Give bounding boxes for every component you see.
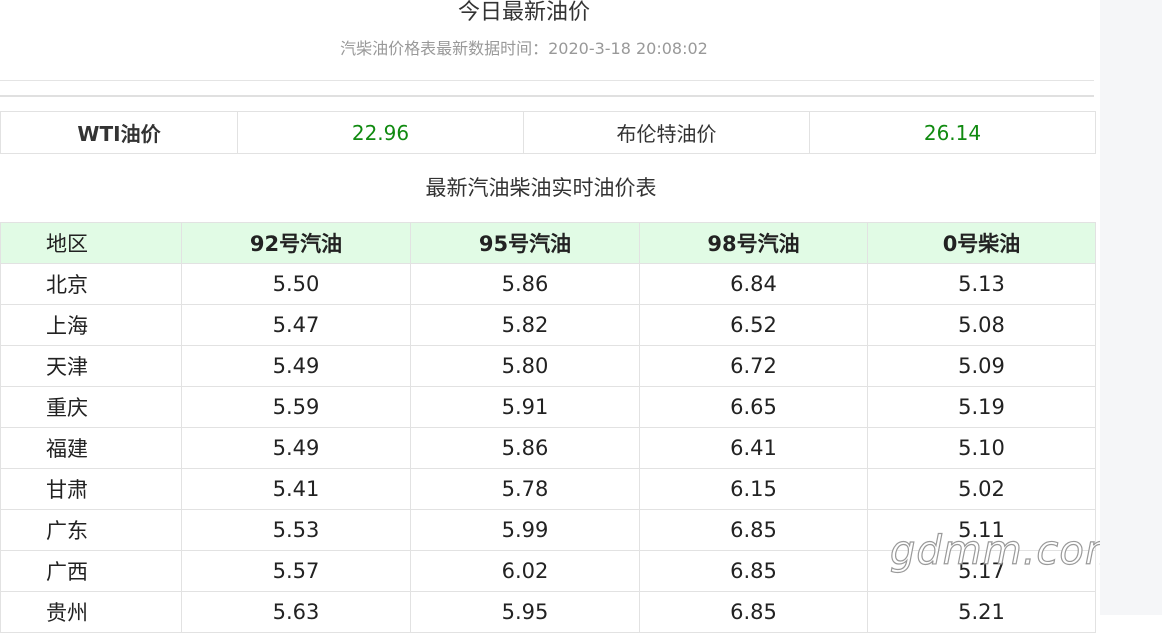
price-95-cell: 5.78 [410, 468, 640, 510]
price-diesel-cell: 5.09 [867, 345, 1096, 387]
wti-label: WTI油价 [0, 111, 238, 154]
column-header-95: 95号汽油 [410, 222, 640, 264]
price-95-cell: 5.82 [410, 304, 640, 346]
region-cell: 北京 [0, 263, 182, 305]
price-95-cell: 5.80 [410, 345, 640, 387]
price-92-cell: 5.63 [181, 591, 411, 633]
price-92-cell: 5.47 [181, 304, 411, 346]
price-diesel-cell: 5.13 [867, 263, 1096, 305]
price-95-cell: 5.91 [410, 386, 640, 428]
data-timestamp: 汽柴油价格表最新数据时间：2020-3-18 20:08:02 [340, 39, 708, 58]
table-row: 重庆 5.59 5.91 6.65 5.19 [0, 386, 1096, 428]
price-98-cell: 6.15 [639, 468, 868, 510]
divider [0, 95, 1094, 97]
price-92-cell: 5.49 [181, 427, 411, 469]
column-header-92: 92号汽油 [181, 222, 411, 264]
price-diesel-cell: 5.10 [867, 427, 1096, 469]
region-cell: 甘肃 [0, 468, 182, 510]
price-98-cell: 6.52 [639, 304, 868, 346]
table-row: 上海 5.47 5.82 6.52 5.08 [0, 304, 1096, 346]
region-cell: 广东 [0, 509, 182, 551]
price-98-cell: 6.84 [639, 263, 868, 305]
price-95-cell: 5.95 [410, 591, 640, 633]
price-98-cell: 6.85 [639, 550, 868, 592]
region-cell: 广西 [0, 550, 182, 592]
region-cell: 上海 [0, 304, 182, 346]
main-content: 今日最新油价 汽柴油价格表最新数据时间：2020-3-18 20:08:02 W… [0, 0, 1124, 633]
price-diesel-cell: 5.21 [867, 591, 1096, 633]
price-92-cell: 5.53 [181, 509, 411, 551]
crude-oil-table: WTI油价 22.96 布伦特油价 26.14 [0, 111, 1096, 154]
price-98-cell: 6.65 [639, 386, 868, 428]
brent-label: 布伦特油价 [523, 111, 810, 154]
region-cell: 天津 [0, 345, 182, 387]
price-95-cell: 6.02 [410, 550, 640, 592]
right-sidebar [1100, 0, 1162, 615]
price-98-cell: 6.85 [639, 591, 868, 633]
column-header-region: 地区 [0, 222, 182, 264]
column-header-98: 98号汽油 [639, 222, 868, 264]
divider [0, 80, 1094, 81]
price-diesel-cell: 5.02 [867, 468, 1096, 510]
price-92-cell: 5.49 [181, 345, 411, 387]
table-row: 贵州 5.63 5.95 6.85 5.21 [0, 591, 1096, 633]
table-row: 福建 5.49 5.86 6.41 5.10 [0, 427, 1096, 469]
price-95-cell: 5.86 [410, 263, 640, 305]
price-table-heading: 最新汽油柴油实时油价表 [425, 176, 657, 200]
crude-oil-row: WTI油价 22.96 布伦特油价 26.14 [0, 111, 1096, 154]
price-95-cell: 5.99 [410, 509, 640, 551]
price-98-cell: 6.72 [639, 345, 868, 387]
price-98-cell: 6.41 [639, 427, 868, 469]
region-cell: 贵州 [0, 591, 182, 633]
region-cell: 福建 [0, 427, 182, 469]
column-header-diesel: 0号柴油 [867, 222, 1096, 264]
price-92-cell: 5.41 [181, 468, 411, 510]
price-diesel-cell: 5.08 [867, 304, 1096, 346]
wti-value: 22.96 [237, 111, 524, 154]
region-cell: 重庆 [0, 386, 182, 428]
price-92-cell: 5.59 [181, 386, 411, 428]
price-92-cell: 5.50 [181, 263, 411, 305]
site-watermark: gdmm.com [889, 527, 1125, 574]
price-95-cell: 5.86 [410, 427, 640, 469]
table-row: 北京 5.50 5.86 6.84 5.13 [0, 263, 1096, 305]
table-row: 天津 5.49 5.80 6.72 5.09 [0, 345, 1096, 387]
page-title: 今日最新油价 [457, 0, 590, 25]
price-92-cell: 5.57 [181, 550, 411, 592]
table-header-row: 地区 92号汽油 95号汽油 98号汽油 0号柴油 [0, 222, 1096, 264]
price-98-cell: 6.85 [639, 509, 868, 551]
table-row: 甘肃 5.41 5.78 6.15 5.02 [0, 468, 1096, 510]
brent-value: 26.14 [809, 111, 1096, 154]
price-diesel-cell: 5.19 [867, 386, 1096, 428]
